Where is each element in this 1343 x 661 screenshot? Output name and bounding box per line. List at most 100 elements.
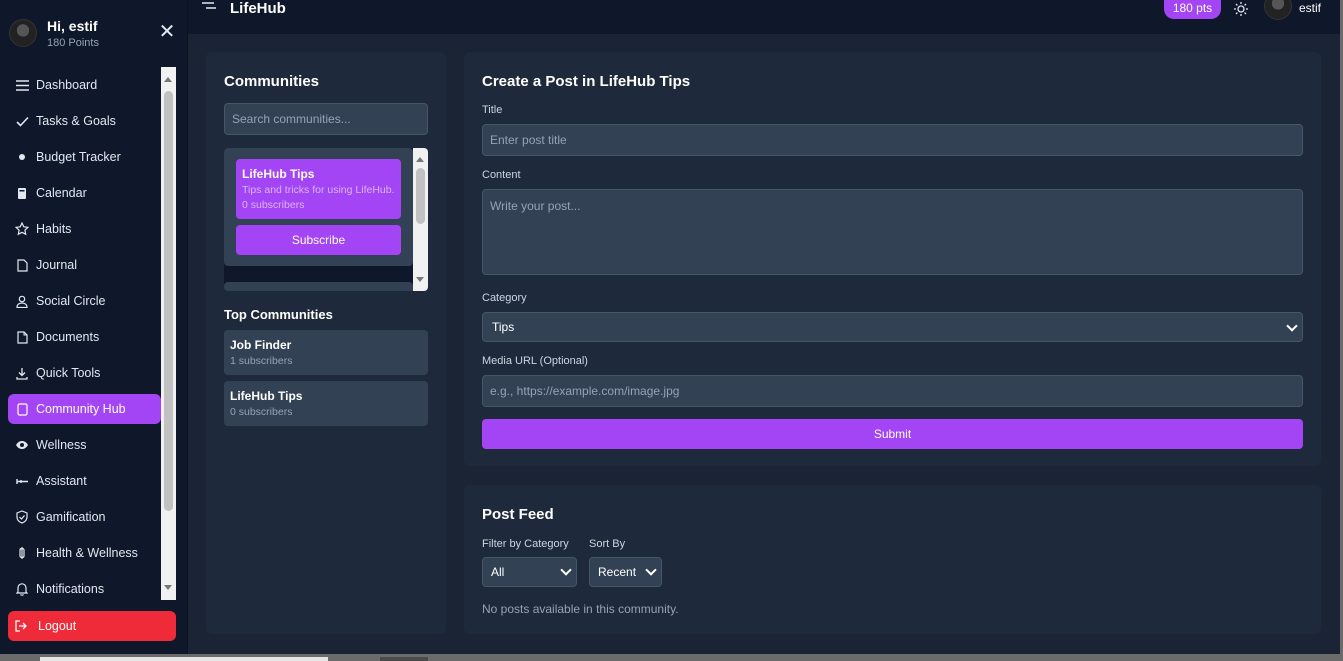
sidebar-nav: Dashboard Tasks & Goals Budget Tracker C… bbox=[0, 67, 176, 600]
create-post-title: Create a Post in LifeHub Tips bbox=[482, 73, 691, 90]
sidebar-item-calendar[interactable]: Calendar bbox=[8, 178, 161, 208]
content-label: Content bbox=[482, 169, 521, 181]
sidebar-item-label: Quick Tools bbox=[36, 366, 101, 380]
media-url-label: Media URL (Optional) bbox=[482, 355, 588, 367]
community-subscribers: 0 subscribers bbox=[242, 199, 305, 211]
chevron-down-icon bbox=[645, 564, 657, 576]
points-label: 180 Points bbox=[47, 37, 99, 49]
sidebar-item-gamification[interactable]: Gamification bbox=[8, 502, 161, 532]
sidebar-item-label: Calendar bbox=[36, 186, 87, 200]
search-input[interactable]: Search communities... bbox=[224, 103, 428, 135]
sidebar-item-label: Health & Wellness bbox=[36, 546, 138, 560]
sun-icon[interactable] bbox=[1233, 1, 1249, 17]
community-subscribers: 1 subscribers bbox=[230, 355, 293, 367]
chevron-down-icon bbox=[560, 564, 572, 576]
sidebar-item-label: Notifications bbox=[36, 582, 105, 596]
sidebar-item-documents[interactable]: Documents bbox=[8, 322, 161, 352]
scroll-down-icon[interactable] bbox=[164, 585, 172, 590]
logout-button[interactable]: Logout bbox=[8, 611, 176, 641]
scroll-down-icon[interactable] bbox=[416, 277, 424, 282]
community-name: LifeHub Tips bbox=[230, 389, 303, 403]
sidebar-item-notifications[interactable]: Notifications bbox=[8, 574, 161, 600]
main-content: Communities Search communities... LifeHu… bbox=[188, 34, 1340, 654]
top-communities-title: Top Communities bbox=[224, 307, 333, 322]
app-title: LifeHub bbox=[230, 0, 286, 17]
community-name: LifeHub Tips bbox=[242, 167, 315, 181]
sidebar-item-label: Tasks & Goals bbox=[36, 114, 116, 128]
sidebar-item-assistant[interactable]: Assistant bbox=[8, 466, 161, 496]
top-community-item[interactable]: LifeHub Tips 0 subscribers bbox=[224, 381, 428, 426]
filter-value: All bbox=[491, 565, 505, 579]
scrollbar-thumb[interactable] bbox=[40, 657, 328, 661]
top-bar: LifeHub 180 pts estif bbox=[188, 0, 1343, 34]
community-list: LifeHub Tips Tips and tricks for using L… bbox=[224, 148, 428, 291]
empty-feed-message: No posts available in this community. bbox=[482, 602, 679, 616]
sidebar-header: Hi, estif 180 Points ✕ bbox=[0, 0, 188, 62]
username[interactable]: estif bbox=[1299, 1, 1321, 15]
check-icon bbox=[15, 114, 29, 128]
subscribe-button[interactable]: Subscribe bbox=[236, 225, 401, 255]
sidebar-item-social[interactable]: Social Circle bbox=[8, 286, 161, 316]
points-badge: 180 pts bbox=[1164, 0, 1221, 19]
sidebar-item-label: Social Circle bbox=[36, 294, 106, 308]
community-list-item bbox=[224, 282, 413, 291]
eye-icon bbox=[15, 438, 29, 452]
document-icon bbox=[15, 330, 29, 344]
sidebar-item-health[interactable]: Health & Wellness bbox=[8, 538, 161, 568]
category-select[interactable]: Tips bbox=[482, 312, 1303, 342]
sidebar-item-tasks[interactable]: Tasks & Goals bbox=[8, 106, 161, 136]
sort-select[interactable]: Recent bbox=[589, 557, 662, 587]
scroll-up-icon[interactable] bbox=[164, 77, 172, 82]
community-card[interactable]: LifeHub Tips Tips and tricks for using L… bbox=[236, 159, 401, 219]
title-input[interactable]: Enter post title bbox=[482, 124, 1303, 156]
menu-icon bbox=[15, 78, 29, 92]
sidebar: Hi, estif 180 Points ✕ Dashboard Tasks &… bbox=[0, 0, 188, 661]
sidebar-item-journal[interactable]: Journal bbox=[8, 250, 161, 280]
community-list-item: LifeHub Tips Tips and tricks for using L… bbox=[224, 148, 413, 266]
post-feed-title: Post Feed bbox=[482, 506, 554, 523]
content-textarea[interactable]: Write your post... bbox=[482, 189, 1303, 275]
submit-button[interactable]: Submit bbox=[482, 419, 1303, 449]
community-list-scrollbar[interactable] bbox=[413, 148, 428, 291]
avatar[interactable] bbox=[9, 19, 37, 47]
sidebar-item-label: Assistant bbox=[36, 474, 87, 488]
sidebar-item-label: Budget Tracker bbox=[36, 150, 121, 164]
category-label: Category bbox=[482, 292, 527, 304]
close-icon[interactable]: ✕ bbox=[158, 22, 176, 42]
logout-label: Logout bbox=[38, 619, 77, 633]
greeting: Hi, estif bbox=[47, 18, 98, 34]
file-icon bbox=[15, 258, 29, 272]
download-icon bbox=[15, 366, 29, 380]
horizontal-scrollbar[interactable] bbox=[0, 654, 1343, 661]
sidebar-item-habits[interactable]: Habits bbox=[8, 214, 161, 244]
sidebar-item-dashboard[interactable]: Dashboard bbox=[8, 70, 161, 100]
category-value: Tips bbox=[492, 320, 515, 334]
sidebar-item-community-hub[interactable]: Community Hub bbox=[8, 394, 161, 424]
logout-icon bbox=[15, 619, 29, 633]
sidebar-item-wellness[interactable]: Wellness bbox=[8, 430, 161, 460]
hamburger-icon[interactable] bbox=[202, 2, 216, 14]
shield-icon bbox=[15, 510, 29, 524]
sidebar-item-label: Gamification bbox=[36, 510, 106, 524]
communities-title: Communities bbox=[224, 73, 320, 90]
title-label: Title bbox=[482, 104, 503, 116]
sidebar-item-label: Habits bbox=[36, 222, 72, 236]
user-avatar[interactable] bbox=[1264, 0, 1292, 20]
sidebar-item-budget[interactable]: Budget Tracker bbox=[8, 142, 161, 172]
media-url-input[interactable]: e.g., https://example.com/image.jpg bbox=[482, 375, 1303, 407]
scrollbar-thumb[interactable] bbox=[416, 168, 425, 224]
sidebar-item-label: Wellness bbox=[36, 438, 87, 452]
top-community-item[interactable]: Job Finder 1 subscribers bbox=[224, 330, 428, 375]
sort-label: Sort By bbox=[589, 538, 626, 550]
sidebar-item-quick-tools[interactable]: Quick Tools bbox=[8, 358, 161, 388]
sidebar-scrollbar[interactable] bbox=[161, 67, 176, 600]
post-feed-panel: Post Feed Filter by Category Sort By All… bbox=[464, 485, 1321, 634]
scroll-up-icon[interactable] bbox=[416, 157, 424, 162]
scrollbar-thumb[interactable] bbox=[164, 91, 173, 511]
filter-select[interactable]: All bbox=[482, 557, 577, 587]
create-post-panel: Create a Post in LifeHub Tips Title Ente… bbox=[464, 52, 1321, 466]
calendar-icon bbox=[15, 186, 29, 200]
sort-value: Recent bbox=[598, 565, 637, 579]
chevron-down-icon bbox=[1286, 320, 1298, 332]
community-name: Job Finder bbox=[230, 338, 292, 352]
